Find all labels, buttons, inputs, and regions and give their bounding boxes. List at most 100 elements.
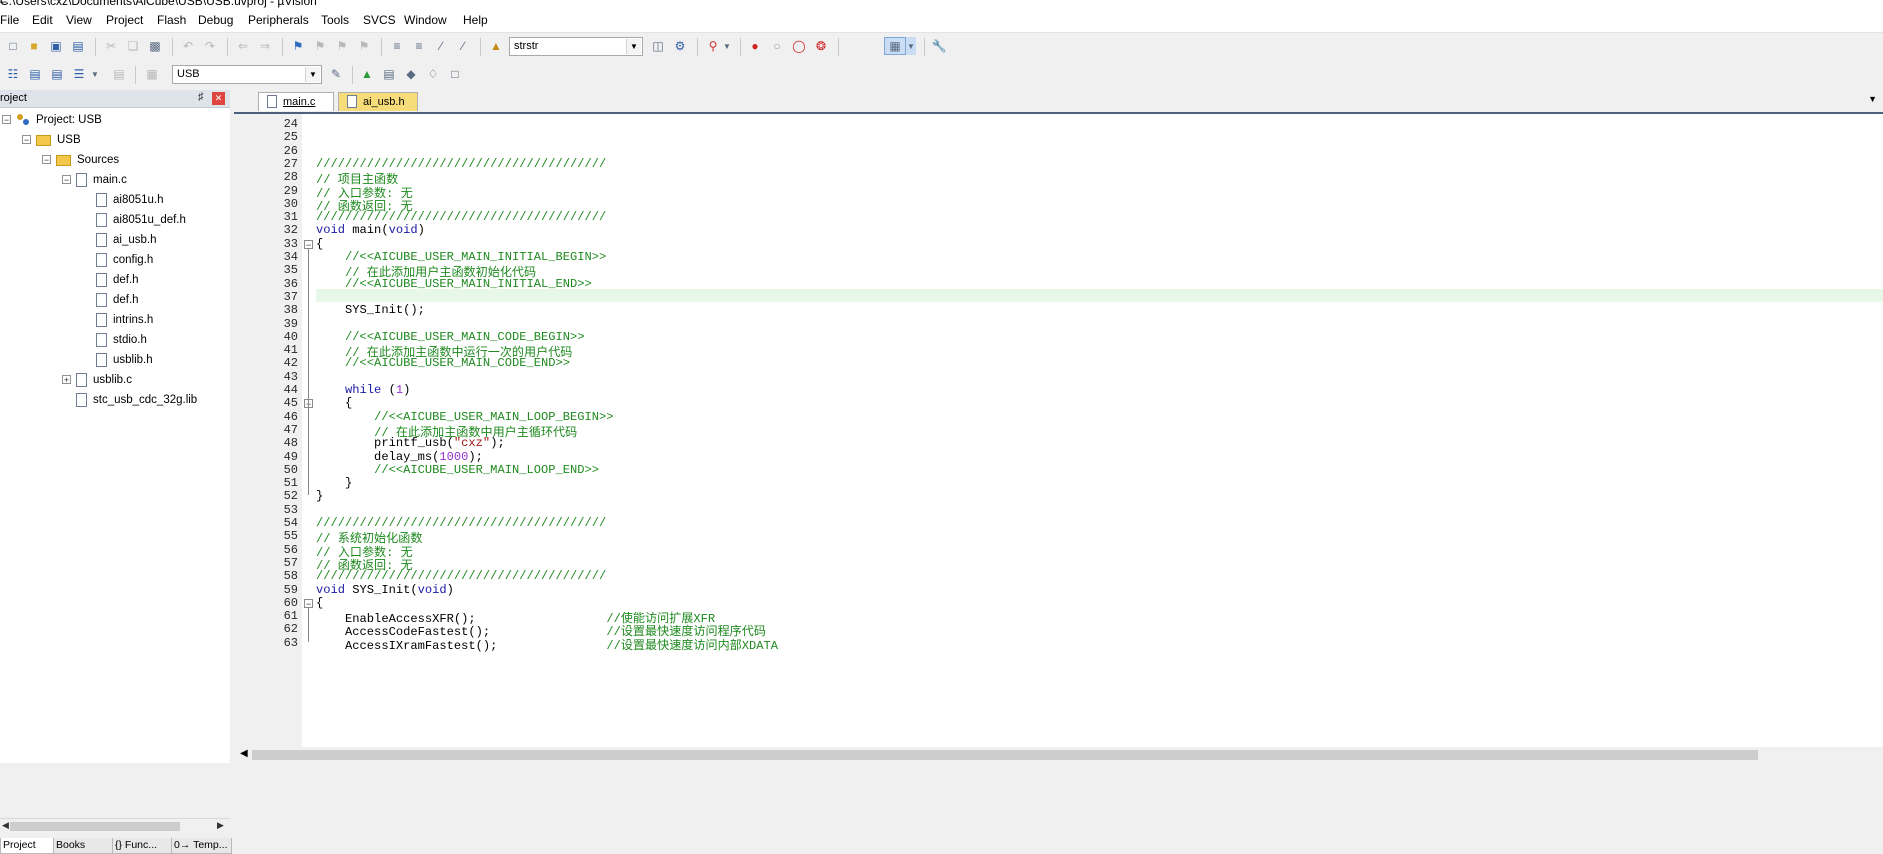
breakpoint-kill-all-icon[interactable]: ❂ — [812, 37, 830, 55]
chevron-down-icon[interactable]: ▼ — [906, 37, 916, 55]
menu-flash[interactable]: Flash — [157, 13, 186, 27]
find-in-files-icon[interactable]: ▲ — [487, 37, 505, 55]
scrollbar-thumb[interactable] — [10, 822, 180, 831]
menu-view[interactable]: View — [66, 13, 92, 27]
indent-icon[interactable]: ≡ — [388, 37, 406, 55]
tree-item-group-sources[interactable]: − Sources — [42, 151, 119, 168]
menu-help[interactable]: Help — [463, 13, 488, 27]
nav-forward-icon[interactable]: ⇒ — [256, 37, 274, 55]
undo-icon[interactable]: ↶ — [179, 37, 197, 55]
select-packs-icon[interactable]: ◆ — [402, 65, 420, 83]
incremental-find-icon[interactable]: ⚙ — [671, 37, 689, 55]
open-folder-icon[interactable]: ■ — [25, 37, 43, 55]
fold-toggle-icon[interactable]: − — [304, 239, 313, 249]
bookmark-next-icon[interactable]: ⚑ — [333, 37, 351, 55]
redo-icon[interactable]: ↷ — [201, 37, 219, 55]
debug-session-icon[interactable]: ⚲ — [704, 37, 722, 55]
tab-functions[interactable]: {} Func... — [112, 838, 172, 854]
pack-installer-icon[interactable]: ♢ — [424, 65, 442, 83]
manage-project-items-icon[interactable]: ▲ — [358, 65, 376, 83]
tree-item-file[interactable]: ai8051u.h — [96, 191, 164, 208]
fold-toggle-icon[interactable]: − — [304, 598, 313, 608]
bookmark-clear-icon[interactable]: ⚑ — [355, 37, 373, 55]
target-combo[interactable]: USB ▼ — [172, 65, 322, 84]
build-icon[interactable]: ▤ — [26, 65, 44, 83]
chevron-down-icon[interactable]: ▼ — [626, 39, 641, 54]
tree-item-file[interactable]: def.h — [96, 291, 139, 308]
chevron-down-icon[interactable]: ▼ — [90, 65, 100, 83]
menu-debug[interactable]: Debug — [198, 13, 233, 27]
scroll-left-icon[interactable]: ◀ — [240, 748, 248, 759]
tree-item-file[interactable]: stdio.h — [96, 331, 147, 348]
multi-project-icon[interactable]: □ — [446, 65, 464, 83]
window-layout-icon[interactable]: ▦ — [884, 37, 906, 55]
tabs-dropdown-icon[interactable]: ▼ — [1868, 94, 1877, 104]
scroll-right-icon[interactable]: ▶ — [217, 820, 224, 831]
chevron-down-icon[interactable]: ▼ — [305, 67, 320, 82]
download-icon[interactable]: ▦ — [143, 65, 161, 83]
rebuild-icon[interactable]: ▤ — [48, 65, 66, 83]
translate-icon[interactable]: ☷ — [4, 65, 22, 83]
breakpoint-insert-icon[interactable]: ● — [746, 37, 764, 55]
tree-item-file[interactable]: stc_usb_cdc_32g.lib — [76, 391, 197, 408]
tab-ai-usb-h[interactable]: ai_usb.h — [338, 92, 418, 111]
menu-project[interactable]: Project — [106, 13, 143, 27]
expand-icon[interactable]: + — [62, 375, 71, 385]
batch-build-icon[interactable]: ☰ — [70, 65, 88, 83]
code-line[interactable]: 63 AccessIXramFastest(); //设置最快速度访问内部XDA… — [234, 635, 1883, 653]
save-all-icon[interactable]: ▤ — [69, 37, 87, 55]
menu-window[interactable]: Window — [404, 13, 447, 27]
configure-icon[interactable]: 🔧 — [930, 37, 948, 55]
tree-item-target[interactable]: − USB — [22, 131, 81, 148]
scrollbar-thumb[interactable] — [252, 750, 1758, 760]
menu-peripherals[interactable]: Peripherals — [248, 13, 309, 27]
chevron-down-icon[interactable]: ▼ — [722, 37, 732, 55]
minimize-button[interactable]: – — [0, 0, 1863, 8]
tree-item-file[interactable]: config.h — [96, 251, 153, 268]
tree-item-file[interactable]: usblib.h — [96, 351, 153, 368]
close-icon[interactable]: ✕ — [212, 92, 225, 105]
tab-main-c[interactable]: main.c — [258, 92, 334, 111]
stop-build-icon[interactable]: ▤ — [110, 65, 128, 83]
nav-back-icon[interactable]: ⇐ — [234, 37, 252, 55]
cut-icon[interactable]: ✂ — [102, 37, 120, 55]
menu-tools[interactable]: Tools — [321, 13, 349, 27]
tab-books[interactable]: Books — [53, 838, 113, 854]
scroll-left-icon[interactable]: ◀ — [2, 820, 9, 831]
project-horizontal-scrollbar[interactable]: ◀ ▶ — [0, 818, 230, 835]
collapse-icon[interactable]: − — [42, 155, 51, 165]
unindent-icon[interactable]: ≡ — [410, 37, 428, 55]
tree-item-file[interactable]: ai_usb.h — [96, 231, 156, 248]
menu-file[interactable]: File — [0, 13, 19, 27]
find-combo[interactable]: strstr ▼ — [509, 37, 643, 56]
editor-horizontal-scrollbar[interactable]: ◀ — [234, 747, 1883, 763]
copy-icon[interactable]: ❏ — [124, 37, 142, 55]
collapse-icon[interactable]: − — [2, 115, 11, 125]
tree-item-file[interactable]: ai8051u_def.h — [96, 211, 186, 228]
breakpoint-disable-icon[interactable]: ○ — [768, 37, 786, 55]
uncomment-icon[interactable]: ∕ — [454, 37, 472, 55]
breakpoint-disable-all-icon[interactable]: ◯ — [790, 37, 808, 55]
bookmark-prev-icon[interactable]: ⚑ — [311, 37, 329, 55]
menu-edit[interactable]: Edit — [32, 13, 53, 27]
save-icon[interactable]: ▣ — [47, 37, 65, 55]
paste-icon[interactable]: ▩ — [146, 37, 164, 55]
collapse-icon[interactable]: − — [62, 175, 71, 185]
code-editor[interactable]: 24 25 26 27////////////////////////////////… — [234, 114, 1883, 747]
find-icon[interactable]: ◫ — [649, 37, 667, 55]
tree-item-file[interactable]: def.h — [96, 271, 139, 288]
tab-templates[interactable]: 0→ Temp... — [171, 838, 232, 854]
tree-item-project[interactable]: − Project: USB — [2, 111, 102, 128]
new-file-icon[interactable]: □ — [4, 37, 22, 55]
comment-icon[interactable]: ∕ — [432, 37, 450, 55]
bookmark-toggle-icon[interactable]: ⚑ — [289, 37, 307, 55]
menu-svcs[interactable]: SVCS — [363, 13, 396, 27]
tab-project[interactable]: Project — [0, 838, 54, 854]
target-options-icon[interactable]: ✎ — [327, 65, 345, 83]
manage-runtime-icon[interactable]: ▤ — [380, 65, 398, 83]
tree-item-file[interactable]: + usblib.c — [62, 371, 132, 388]
pin-icon[interactable]: ♯ — [198, 91, 204, 103]
tree-item-file[interactable]: − main.c — [62, 171, 127, 188]
collapse-icon[interactable]: − — [22, 135, 31, 145]
tree-item-file[interactable]: intrins.h — [96, 311, 153, 328]
